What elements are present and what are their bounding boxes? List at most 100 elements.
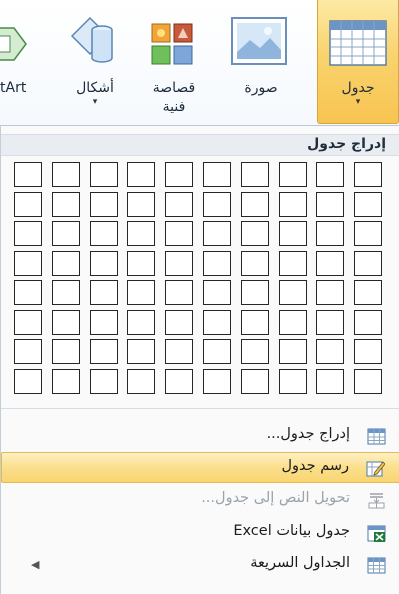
grid-header: إدراج جدول — [1, 134, 399, 156]
grid-cell[interactable] — [354, 191, 383, 217]
grid-cell[interactable] — [354, 162, 383, 187]
grid-cell[interactable] — [51, 221, 80, 246]
grid-cell[interactable] — [14, 191, 42, 217]
table-button[interactable]: جدول ▾ — [317, 0, 399, 124]
grid-cell[interactable] — [89, 309, 118, 335]
grid-cell[interactable] — [240, 339, 269, 364]
grid-cell[interactable] — [51, 309, 80, 335]
table-size-grid[interactable] — [14, 162, 392, 398]
grid-cell[interactable] — [127, 191, 156, 217]
grid-cell[interactable] — [240, 250, 269, 276]
grid-cell[interactable] — [51, 280, 80, 305]
grid-cell[interactable] — [89, 191, 118, 217]
quick-tables-menu-item[interactable]: ◀ الجداول السريعة — [1, 550, 399, 581]
grid-cell[interactable] — [165, 221, 194, 246]
grid-cell[interactable] — [127, 221, 156, 246]
grid-cell[interactable] — [165, 280, 194, 305]
grid-cell[interactable] — [203, 368, 231, 394]
insert-table-menu-item[interactable]: إدراج جدول... — [1, 421, 399, 452]
grid-cell[interactable] — [165, 309, 194, 335]
clipart-button[interactable]: قصاصة فنية — [138, 0, 210, 124]
grid-cell[interactable] — [354, 309, 383, 335]
grid-cell[interactable] — [51, 368, 80, 394]
draw-table-label: رسم جدول — [281, 458, 349, 474]
grid-cell[interactable] — [316, 309, 345, 335]
grid-cell[interactable] — [240, 309, 269, 335]
grid-cell[interactable] — [14, 221, 42, 246]
grid-cell[interactable] — [354, 339, 383, 364]
picture-button[interactable]: صورة — [220, 0, 302, 124]
grid-cell[interactable] — [127, 162, 156, 187]
grid-title: إدراج جدول — [307, 136, 386, 152]
grid-cell[interactable] — [51, 250, 80, 276]
grid-cell[interactable] — [165, 250, 194, 276]
menu-separator — [1, 408, 399, 409]
grid-cell[interactable] — [240, 191, 269, 217]
grid-cell[interactable] — [316, 339, 345, 364]
grid-cell[interactable] — [89, 368, 118, 394]
grid-cell[interactable] — [203, 221, 231, 246]
grid-cell[interactable] — [316, 221, 345, 246]
grid-cell[interactable] — [354, 280, 383, 305]
grid-cell[interactable] — [89, 221, 118, 246]
grid-cell[interactable] — [127, 250, 156, 276]
shapes-button[interactable]: أشكال ▾ — [58, 0, 132, 124]
convert-text-menu-item[interactable]: تحويل النص إلى جدول... — [1, 485, 399, 516]
grid-cell[interactable] — [316, 368, 345, 394]
grid-cell[interactable] — [240, 162, 269, 187]
grid-cell[interactable] — [89, 280, 118, 305]
smartart-button[interactable]: tArt — [0, 0, 54, 124]
grid-cell[interactable] — [278, 162, 307, 187]
grid-cell[interactable] — [165, 339, 194, 364]
grid-cell[interactable] — [316, 280, 345, 305]
grid-cell[interactable] — [203, 162, 231, 187]
grid-cell[interactable] — [14, 280, 42, 305]
grid-cell[interactable] — [278, 309, 307, 335]
grid-cell[interactable] — [278, 221, 307, 246]
grid-cell[interactable] — [165, 368, 194, 394]
grid-cell[interactable] — [165, 162, 194, 187]
grid-cell[interactable] — [14, 368, 42, 394]
grid-cell[interactable] — [354, 368, 383, 394]
grid-cell[interactable] — [278, 339, 307, 364]
grid-cell[interactable] — [165, 191, 194, 217]
excel-table-menu-item[interactable]: جدول بيانات Excel — [1, 518, 399, 549]
grid-cell[interactable] — [278, 368, 307, 394]
grid-cell[interactable] — [51, 162, 80, 187]
grid-cell[interactable] — [354, 250, 383, 276]
grid-cell[interactable] — [89, 339, 118, 364]
grid-cell[interactable] — [127, 309, 156, 335]
quick-tables-label: الجداول السريعة — [250, 555, 350, 571]
grid-cell[interactable] — [89, 162, 118, 187]
grid-cell[interactable] — [278, 250, 307, 276]
grid-cell[interactable] — [203, 280, 231, 305]
grid-cell[interactable] — [203, 191, 231, 217]
draw-table-menu-item[interactable]: رسم جدول — [1, 452, 399, 483]
grid-cell[interactable] — [240, 368, 269, 394]
grid-cell[interactable] — [278, 280, 307, 305]
grid-cell[interactable] — [316, 250, 345, 276]
grid-cell[interactable] — [127, 368, 156, 394]
picture-icon — [231, 17, 287, 65]
grid-cell[interactable] — [203, 309, 231, 335]
grid-cell[interactable] — [89, 250, 118, 276]
grid-cell[interactable] — [316, 191, 345, 217]
grid-cell[interactable] — [51, 191, 80, 217]
pencil-table-icon — [366, 461, 385, 477]
grid-cell[interactable] — [127, 339, 156, 364]
insert-table-dropdown: إدراج جدول إدراج جدول... رسم جدول تحويل … — [0, 126, 399, 594]
grid-cell[interactable] — [354, 221, 383, 246]
grid-cell[interactable] — [240, 221, 269, 246]
grid-cell[interactable] — [51, 339, 80, 364]
grid-cell[interactable] — [203, 250, 231, 276]
grid-cell[interactable] — [240, 280, 269, 305]
grid-cell[interactable] — [316, 162, 345, 187]
grid-cell[interactable] — [127, 280, 156, 305]
grid-cell[interactable] — [14, 162, 42, 187]
grid-cell[interactable] — [278, 191, 307, 217]
table-dropdown-arrow-icon: ▾ — [355, 97, 361, 107]
grid-cell[interactable] — [14, 309, 42, 335]
grid-cell[interactable] — [203, 339, 231, 364]
grid-cell[interactable] — [14, 339, 42, 364]
grid-cell[interactable] — [14, 250, 42, 276]
